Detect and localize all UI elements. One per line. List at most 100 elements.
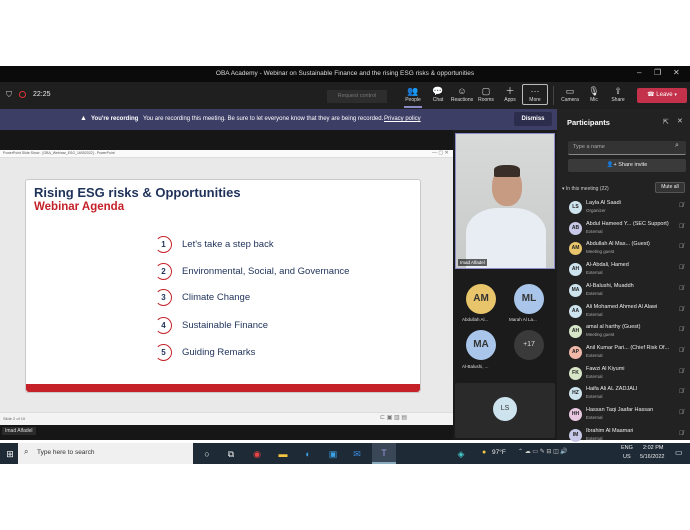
participant-row[interactable]: FK Fawzi Al Kiyumi External 🎙̸ (557, 364, 690, 384)
more-button[interactable]: ··· More (522, 84, 548, 105)
mic-button[interactable]: 🎙 Mic (581, 85, 607, 103)
mic-muted-icon[interactable]: 🎙̸ (679, 389, 684, 395)
maximize-icon[interactable]: ❐ (654, 68, 661, 77)
participant-tile-avatar[interactable]: MA (466, 330, 496, 360)
outlook-icon[interactable]: ✉ (350, 447, 364, 461)
system-tray-icons[interactable]: ⌃ ☁ ▭ ✎ ⊟ ◫ 🔊 (518, 448, 568, 455)
add-person-icon: 👤+ (606, 162, 617, 168)
participant-name: Haifa Ali AL ZADJALI (586, 386, 638, 393)
participant-name: Fawzi Al Kiyumi (586, 365, 625, 372)
camera-icon: ▭ (565, 86, 575, 96)
participant-row[interactable]: AB Abdul Hameed Y... (SEC Support) Externa… (557, 219, 690, 239)
people-button[interactable]: 👥 People (400, 85, 426, 103)
rooms-icon: ▢ (481, 86, 491, 96)
teams-taskbar-button[interactable]: T (372, 443, 396, 464)
mic-muted-icon[interactable]: 🎙̸ (679, 327, 684, 333)
participant-role: Meeting guest (586, 332, 615, 338)
cortana-icon[interactable]: ○ (200, 447, 214, 461)
participant-tile-avatar[interactable]: AM (466, 284, 496, 314)
participant-name: Layla Al Saadi (586, 200, 621, 206)
minimize-icon[interactable]: – (637, 68, 641, 77)
popout-icon[interactable]: ⇱ (663, 118, 669, 126)
participant-avatar: AB (569, 221, 582, 235)
file-explorer-icon[interactable]: ▬ (276, 447, 290, 461)
input-language[interactable]: ENG (621, 445, 633, 451)
ppt-window-controls[interactable]: — ▢ ✕ (432, 150, 449, 156)
toolbar-divider (553, 86, 554, 105)
mic-muted-icon[interactable]: 🎙̸ (679, 244, 684, 250)
participant-row[interactable]: HH Hassan Taqi Jaafar Hassan External 🎙̸ (557, 405, 690, 425)
ppt-view-icons[interactable]: ⊏ ▣ ▥ ▤ (380, 414, 407, 421)
close-icon[interactable]: ✕ (673, 68, 680, 77)
participant-role: Organizer (586, 208, 606, 213)
participant-role: External (586, 373, 603, 379)
notifications-icon[interactable]: ▭ (675, 448, 683, 457)
mic-muted-icon[interactable]: 🎙̸ (679, 410, 684, 416)
apps-icon: ＋ (505, 86, 515, 96)
taskbar-search-box[interactable]: ⌕ Type here to search (18, 443, 193, 464)
people-active-indicator (404, 106, 422, 108)
participant-role: External (586, 228, 603, 234)
mic-muted-icon[interactable]: 🎙̸ (679, 286, 684, 292)
participant-row[interactable]: MA Al-Balushi, Muaddh External 🎙̸ (557, 281, 690, 301)
rooms-button[interactable]: ▢ Rooms (473, 85, 499, 103)
leave-button[interactable]: ☎ Leave ▾ (637, 88, 687, 103)
self-avatar: LS (493, 397, 517, 421)
close-panel-icon[interactable]: ✕ (677, 117, 683, 125)
participants-title: Participants (567, 118, 610, 127)
dismiss-button[interactable]: Dismiss (514, 112, 552, 126)
reactions-button[interactable]: ☺ Reactions (449, 85, 475, 103)
mic-muted-icon[interactable]: 🎙̸ (679, 431, 684, 437)
clock-time[interactable]: 2:02 PM (643, 445, 663, 451)
participant-name: Abdullah Al Mas... (Guest) (586, 241, 650, 248)
participant-row[interactable]: AH amal al harthy (Guest) Meeting guest 🎙̸ (557, 322, 690, 342)
participant-avatar: AM (569, 242, 582, 256)
windows-start-icon[interactable]: ⊞ (3, 447, 17, 461)
participant-row[interactable]: AH Al-Abdali, Hamed External 🎙̸ (557, 260, 690, 280)
mic-muted-icon[interactable]: 🎙̸ (679, 203, 684, 209)
participant-list: LS Layla Al Saadi Organizer 🎙̸ AB Abdul Hamee… (557, 198, 690, 442)
participant-row[interactable]: HZ Haifa Ali AL ZADJALI External 🎙̸ (557, 384, 690, 404)
participant-role: Meeting guest (586, 249, 615, 255)
camera-button[interactable]: ▭ Camera (557, 85, 583, 103)
zoom-icon[interactable]: ▣ (326, 447, 340, 461)
mic-muted-icon[interactable]: 🎙̸ (679, 224, 684, 230)
privacy-policy-link[interactable]: Privacy policy (384, 116, 421, 122)
participant-avatar: IM (569, 428, 582, 442)
share-button[interactable]: ⇪ Share (605, 85, 631, 103)
task-view-icon[interactable]: ⧉ (224, 447, 238, 461)
request-control-button[interactable]: Request control (327, 90, 387, 103)
ppt-statusbar: Slide 2 of 10 ⊏ ▣ ▥ ▤ (0, 412, 453, 425)
edge-icon[interactable]: ◐ (301, 447, 315, 461)
presenter-video-name: Imad Alfadel (458, 259, 487, 266)
slide: Rising ESG risks & Opportunities Webinar… (25, 179, 421, 393)
mute-all-button[interactable]: Mute all (655, 182, 685, 193)
mic-muted-icon[interactable]: 🎙̸ (679, 307, 684, 313)
participant-role: External (586, 352, 603, 358)
mic-muted-icon[interactable]: 🎙̸ (679, 348, 684, 354)
mic-muted-icon[interactable]: 🎙̸ (679, 369, 684, 375)
meeting-toolbar: ⛉ 22:25 Request control 👥 People 💬 Chat ☺ R… (0, 82, 690, 109)
participant-row[interactable]: AP Anil Kumar Pari... (Chief Risk Of... Ex… (557, 343, 690, 363)
participant-name: amal al harthy (Guest) (586, 324, 641, 331)
more-participants-tile[interactable]: +17 (514, 330, 544, 360)
in-meeting-section[interactable]: ▾ In this meeting (22) (562, 186, 609, 192)
weather-temp[interactable]: 97°F (492, 449, 506, 456)
apps-button[interactable]: ＋ Apps (497, 85, 523, 103)
participant-tile-avatar[interactable]: ML (514, 284, 544, 314)
recording-banner: ▲ You're recording You are recording thi… (0, 109, 557, 130)
mic-muted-icon[interactable]: 🎙̸ (679, 265, 684, 271)
weather-icon: ● (482, 449, 487, 456)
participant-row[interactable]: LS Layla Al Saadi Organizer 🎙̸ (557, 198, 690, 218)
search-icon: ⌕ (675, 142, 679, 149)
chat-button[interactable]: 💬 Chat (425, 85, 451, 103)
app-icon[interactable]: ◈ (454, 447, 468, 461)
participant-search-input[interactable]: Type a name ⌕ (568, 141, 686, 155)
participant-row[interactable]: AA Ali Mohamed Ahmed Al Alawi External 🎙̸ (557, 302, 690, 322)
share-invite-button[interactable]: 👤+ Share invite (568, 159, 686, 172)
participant-row[interactable]: AM Abdullah Al Mas... (Guest) Meeting gues… (557, 239, 690, 259)
slide-title: Rising ESG risks & Opportunities (34, 185, 241, 200)
presenter-hair (494, 165, 520, 177)
window-title: OBA Academy - Webinar on Sustainable Fin… (215, 70, 475, 77)
chrome-icon[interactable]: ◉ (250, 447, 264, 461)
